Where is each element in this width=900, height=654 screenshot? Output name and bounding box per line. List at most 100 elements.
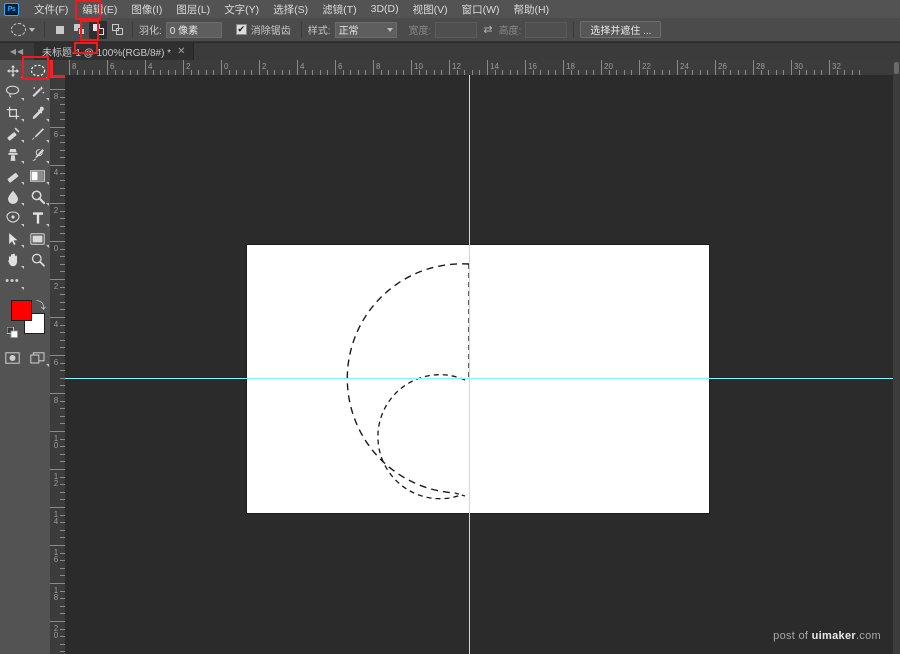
blur-tool[interactable] [0,186,25,207]
menu-file[interactable]: 文件(F) [27,0,75,19]
ruler-major-tick [50,393,65,394]
select-and-mask-button[interactable]: 选择并遮住 ... [580,21,662,38]
ruler-label: 1 8 [53,586,59,602]
ruler-major-tick [639,60,640,75]
width-input[interactable] [435,21,478,38]
horizontal-ruler[interactable]: 8 6 4 2 0 2 4 6 8 10 12 14 16 18 20 22 24 26 28 30 32 [50,60,900,75]
crop-tool[interactable] [0,102,25,123]
guide-vertical[interactable] [469,75,470,654]
tool-flyout-indicator [20,139,24,143]
pen-tool[interactable] [0,207,25,228]
tool-flyout-indicator [45,160,49,164]
subtract-from-selection-button[interactable] [89,20,107,39]
tool-row [0,347,50,368]
options-divider [44,21,45,38]
ruler-major-tick [50,621,65,622]
ruler-major-tick [50,583,65,584]
menu-layer[interactable]: 图层(L) [169,0,217,19]
vertical-scrollbar-thumb[interactable] [894,62,899,74]
close-icon[interactable]: ✕ [177,46,185,57]
tool-row [0,144,50,165]
ruler-major-tick [50,279,65,280]
photoshop-logo-icon: Ps [4,2,19,16]
healing-brush-tool[interactable] [0,123,25,144]
quick-mask-button[interactable] [0,347,25,368]
antialias-checkbox[interactable]: ✔ [235,24,247,35]
move-tool[interactable] [0,60,25,81]
menu-view[interactable]: 视图(V) [406,0,455,19]
artboard[interactable] [247,245,709,513]
lasso-tool[interactable] [0,81,25,102]
type-tool[interactable] [25,207,50,228]
ruler-major-tick [107,60,108,75]
ruler-major-tick [183,60,184,75]
history-brush-tool[interactable] [25,144,50,165]
swap-colors-icon[interactable]: ⤵ [36,297,46,312]
hand-tool[interactable] [0,249,25,270]
menu-edit[interactable]: 编辑(E) [75,0,124,19]
subtract-from-selection-icon [92,24,104,35]
path-selection-tool[interactable] [0,228,25,249]
eyedropper-tool[interactable] [25,102,50,123]
style-select[interactable]: 正常 [334,21,397,38]
ruler-major-tick [335,60,336,75]
tool-flyout-indicator [20,223,24,227]
add-to-selection-button[interactable] [70,21,88,39]
menu-help[interactable]: 帮助(H) [507,0,557,19]
default-colors-icon[interactable] [6,325,18,343]
options-divider-2 [132,21,133,38]
ruler-label: 2 [53,282,59,291]
height-input[interactable] [525,21,568,38]
width-label: 宽度: [408,26,432,37]
dodge-tool[interactable] [25,186,50,207]
menu-select[interactable]: 选择(S) [266,0,315,19]
tool-row: ••• [0,270,50,291]
quick-selection-tool[interactable] [25,81,50,102]
add-to-selection-icon [73,24,85,35]
photoshop-window: Ps 文件(F) 编辑(E) 图像(I) 图层(L) 文字(Y) 选择(S) 滤… [0,0,900,654]
tool-flyout-indicator [45,244,49,248]
tools-panel: ••• ⤵ [0,60,50,654]
watermark-brand: uimaker [811,630,856,642]
elliptical-marquee-tool[interactable] [25,60,50,81]
screen-mode-button[interactable] [25,347,50,368]
tool-flyout-indicator [45,363,49,367]
ruler-major-tick [829,60,830,75]
rectangle-tool[interactable] [25,228,50,249]
tool-preset-picker[interactable] [8,22,38,37]
menu-image[interactable]: 图像(I) [124,0,169,19]
tool-flyout-indicator [20,202,24,206]
gradient-tool[interactable] [25,165,50,186]
tool-flyout-indicator [20,160,24,164]
brush-tool[interactable] [25,123,50,144]
tool-flyout-indicator [45,223,49,227]
menu-window[interactable]: 窗口(W) [455,0,507,19]
vertical-scrollbar[interactable] [893,60,900,654]
vertical-ruler[interactable]: 8 6 4 2 0 2 4 6 8 1 0 1 2 1 4 1 6 1 8 2 0 [50,75,65,654]
guide-horizontal[interactable] [65,378,893,379]
clone-stamp-tool[interactable] [0,144,25,165]
more-tools-button[interactable]: ••• [0,270,25,291]
tool-row [0,81,50,102]
eraser-tool[interactable] [0,165,25,186]
intersect-with-selection-button[interactable] [108,21,126,39]
swap-dimensions-icon[interactable]: ⇄ [477,23,498,36]
ruler-label: 1 6 [53,548,59,564]
zoom-tool[interactable] [25,249,50,270]
collapse-panel-icon[interactable]: ◀◀ [0,43,34,60]
new-selection-button[interactable] [51,21,69,39]
menu-type[interactable]: 文字(Y) [217,0,266,19]
feather-input[interactable]: 0 像素 [165,21,222,38]
menu-filter[interactable]: 滤镜(T) [315,0,363,19]
feather-label: 羽化: [139,26,162,37]
ruler-label: 2 0 [53,624,59,640]
selection-overlay [346,263,470,500]
canvas-area[interactable]: post of uimaker.com [65,75,893,654]
document-tab[interactable]: 未标题-1 @ 100%(RGB/8#) * ✕ [34,43,195,60]
ruler-major-tick [50,127,65,128]
foreground-color-swatch[interactable] [11,300,32,321]
watermark: post of uimaker.com [773,630,881,642]
ruler-major-tick [50,317,65,318]
menu-3d[interactable]: 3D(D) [364,1,406,17]
ruler-major-tick [753,60,754,75]
